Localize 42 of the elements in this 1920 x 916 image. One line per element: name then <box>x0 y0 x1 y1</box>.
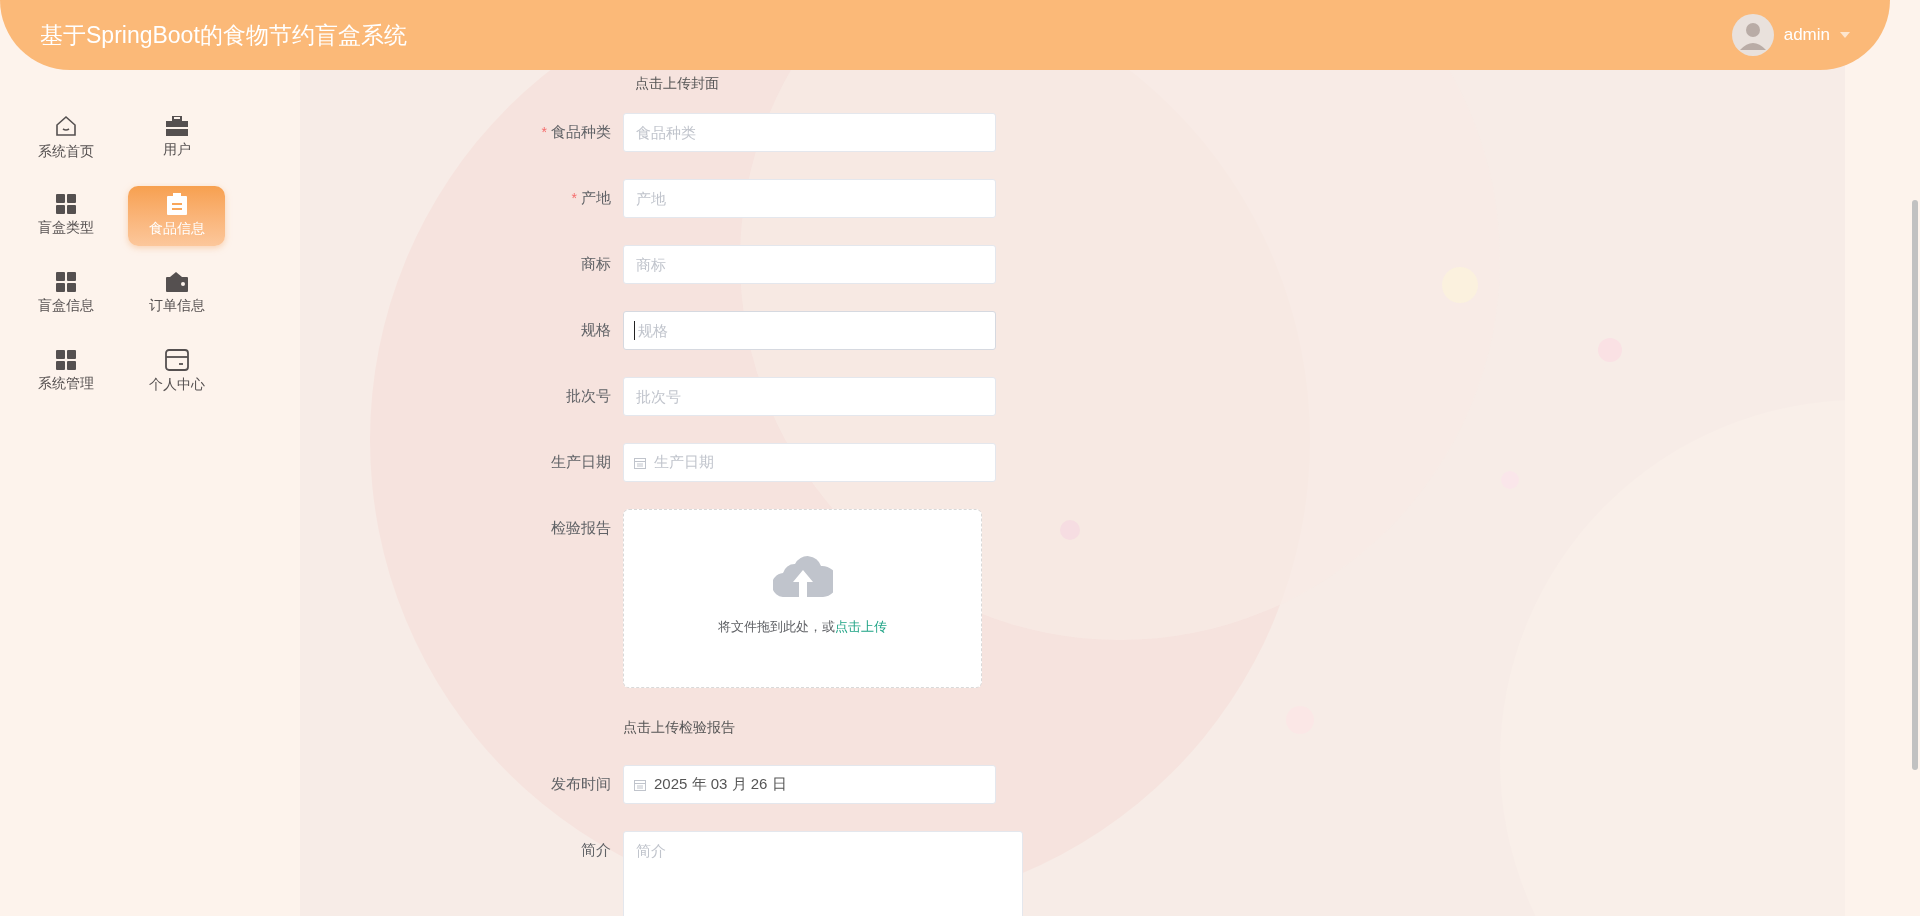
required-mark: * <box>541 123 547 142</box>
home-icon <box>53 114 78 138</box>
field-label: 简介 <box>581 840 611 861</box>
upload-hint: 点击上传封面 <box>635 74 719 93</box>
date-field[interactable]: 2025 年 03 月 26 日 <box>623 765 996 804</box>
nav-item[interactable]: 系统管理 <box>17 342 114 402</box>
text-area[interactable]: 简介 <box>623 831 1023 916</box>
field-label: 批次号 <box>566 386 611 407</box>
field-label: 规格 <box>581 320 611 341</box>
field-label: 商标 <box>581 254 611 275</box>
card-icon <box>164 349 189 371</box>
nav-item[interactable]: 用户 <box>128 108 225 168</box>
text-field[interactable]: 商标 <box>623 245 996 284</box>
grid-icon <box>55 194 76 214</box>
field-label: 发布时间 <box>551 774 611 795</box>
calendar-icon <box>634 456 646 469</box>
nav-item[interactable]: 系统首页 <box>17 108 114 168</box>
wallet-icon <box>165 272 188 292</box>
field-label: 生产日期 <box>551 452 611 473</box>
text-field[interactable]: 食品种类 <box>623 113 996 152</box>
upload-dropzone[interactable]: 将文件拖到此处，或点击上传 <box>623 509 982 688</box>
grid-icon <box>55 272 76 292</box>
upload-hint: 点击上传检验报告 <box>623 718 736 737</box>
caret-icon[interactable] <box>1840 32 1850 38</box>
text-field[interactable]: 规格 <box>623 311 996 350</box>
field-label: 产地 <box>581 188 611 209</box>
nav-item[interactable]: 订单信息 <box>128 264 225 324</box>
text-field[interactable]: 产地 <box>623 179 996 218</box>
field-label: 食品种类 <box>551 122 611 143</box>
required-mark: * <box>571 189 577 208</box>
app-title: 基于SpringBoot的食物节约盲盒系统 <box>40 20 407 50</box>
text-field[interactable]: 批次号 <box>623 377 996 416</box>
clipboard-icon <box>166 193 187 215</box>
avatar[interactable] <box>1731 14 1774 56</box>
upload-instruction: 将文件拖到此处，或点击上传 <box>718 618 887 636</box>
calendar-icon <box>634 778 646 791</box>
nav-item[interactable]: 个人中心 <box>128 342 225 402</box>
nav-item[interactable]: 盲盒信息 <box>17 264 114 324</box>
field-label: 检验报告 <box>551 518 611 539</box>
briefcase-icon <box>165 116 188 136</box>
grid-icon <box>55 350 76 370</box>
nav-item[interactable]: 盲盒类型 <box>17 186 114 246</box>
